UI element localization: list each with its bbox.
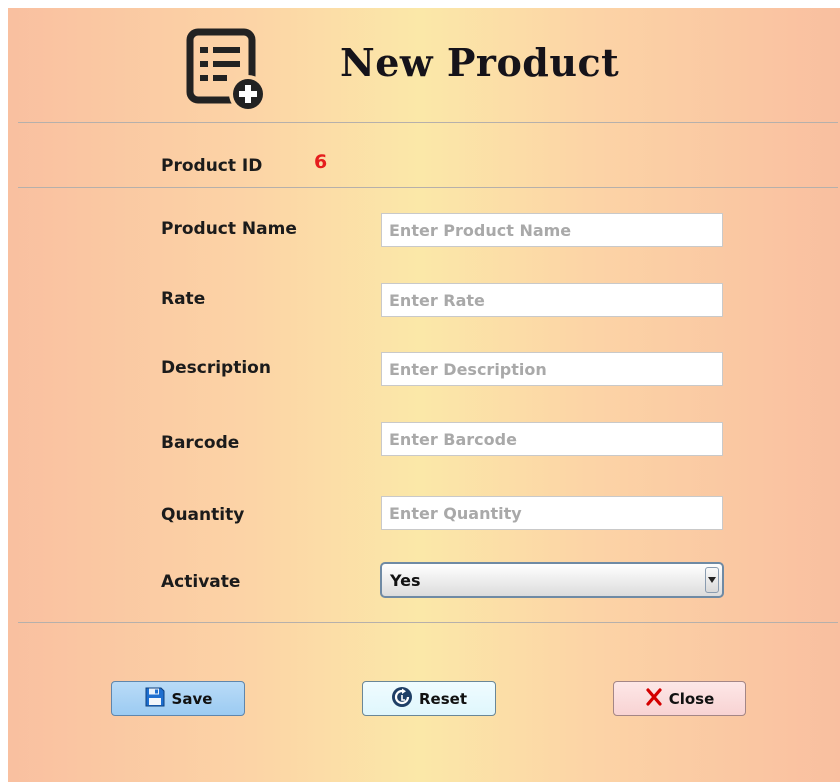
barcode-label: Barcode	[161, 433, 240, 453]
product-name-input[interactable]	[381, 213, 723, 247]
rate-input[interactable]	[381, 283, 723, 317]
header-divider	[18, 122, 838, 123]
activate-selected-value: Yes	[390, 570, 421, 590]
quantity-label: Quantity	[161, 505, 245, 525]
rate-label: Rate	[161, 289, 206, 309]
activate-select[interactable]: Yes	[380, 562, 724, 598]
id-divider	[18, 187, 838, 188]
product-list-add-icon	[186, 28, 270, 113]
product-name-label: Product Name	[161, 219, 297, 239]
save-button[interactable]: Save	[111, 681, 245, 716]
close-button[interactable]: Close	[613, 681, 746, 716]
window-left-edge	[0, 0, 8, 782]
product-id-value: 6	[314, 151, 328, 173]
quantity-input[interactable]	[381, 496, 723, 530]
refresh-icon	[391, 686, 413, 712]
window-top-edge	[0, 0, 840, 8]
save-button-label: Save	[171, 689, 213, 708]
description-input[interactable]	[381, 352, 723, 386]
page-title: New Product	[340, 40, 620, 85]
barcode-input[interactable]	[381, 422, 723, 456]
description-label: Description	[161, 358, 271, 378]
dropdown-arrow-icon[interactable]	[705, 567, 719, 593]
close-button-label: Close	[668, 689, 715, 708]
activate-label: Activate	[161, 572, 241, 592]
floppy-disk-icon	[144, 686, 166, 712]
footer-divider	[18, 622, 838, 623]
product-id-label: Product ID	[161, 156, 263, 176]
x-icon	[645, 687, 663, 710]
reset-button[interactable]: Reset	[362, 681, 496, 716]
reset-button-label: Reset	[419, 689, 467, 708]
